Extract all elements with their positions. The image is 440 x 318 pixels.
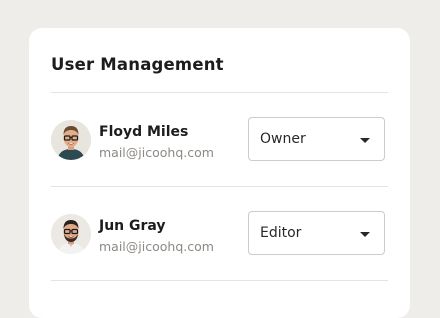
caret-down-icon	[360, 138, 370, 143]
user-email: mail@jicoohq.com	[99, 239, 214, 254]
avatar-man-glasses-icon	[51, 120, 91, 160]
role-select[interactable]: Editor	[248, 211, 385, 255]
role-select-value: Editor	[260, 225, 302, 241]
user-row: Jun Gray mail@jicoohq.com Editor	[51, 204, 388, 264]
user-email: mail@jicoohq.com	[99, 145, 214, 160]
user-name: Floyd Miles	[99, 124, 189, 140]
user-management-card: User Management Floyd Miles mail@jicoohq…	[29, 28, 410, 318]
role-select-value: Owner	[260, 131, 306, 147]
avatar-man-beard-icon	[51, 214, 91, 254]
user-name: Jun Gray	[99, 218, 166, 234]
divider	[51, 186, 388, 187]
user-row: Floyd Miles mail@jicoohq.com Owner	[51, 110, 388, 170]
role-select[interactable]: Owner	[248, 117, 385, 161]
divider	[51, 280, 388, 281]
divider	[51, 92, 388, 93]
caret-down-icon	[360, 232, 370, 237]
card-title: User Management	[51, 55, 224, 74]
